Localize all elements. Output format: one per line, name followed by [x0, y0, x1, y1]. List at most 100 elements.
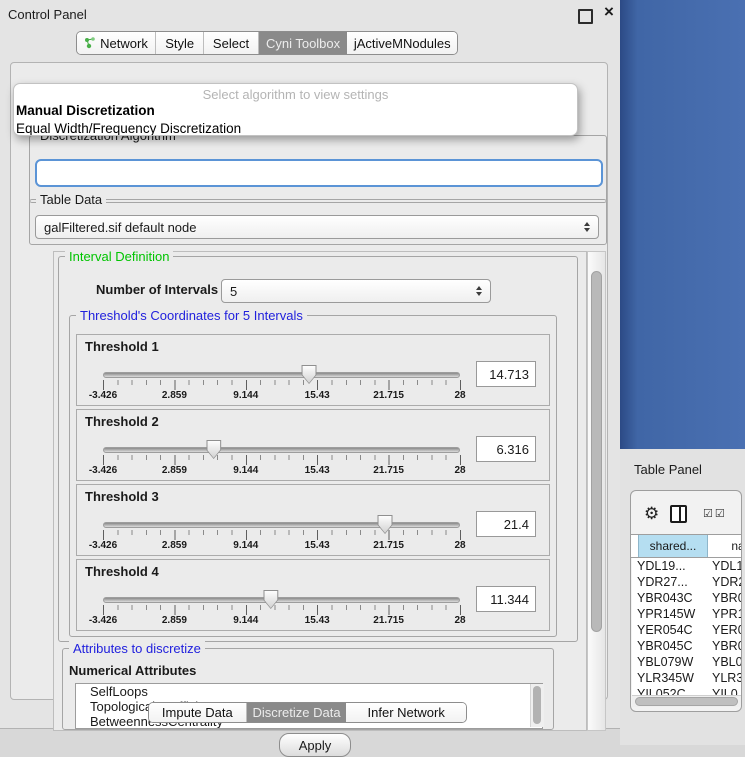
- scrollbar-thumb[interactable]: [635, 697, 738, 706]
- tab-label: Network: [100, 36, 148, 51]
- tick-label: 2.859: [162, 390, 187, 401]
- dropdown-item-manual-discretization[interactable]: Manual Discretization: [14, 102, 577, 120]
- table-card: ⚙ ☑☑ shared... na YDL19...YDL1YDR27...YD…: [630, 490, 742, 712]
- horizontal-scrollbar[interactable]: [632, 695, 742, 707]
- table-cell: YER054C: [632, 622, 712, 638]
- tab-infer-network[interactable]: Infer Network: [346, 703, 466, 722]
- table-cell: YIL052C: [632, 686, 712, 695]
- column-header-name[interactable]: na: [708, 535, 742, 557]
- tick-label: 15.43: [305, 390, 330, 401]
- table-cell: YIL0: [712, 686, 742, 695]
- slider-ticks: [103, 530, 461, 540]
- tab-label: Impute Data: [162, 705, 233, 720]
- tab-label: Cyni Toolbox: [266, 36, 340, 51]
- threshold-row: Threshold 3 -3.4262.8599.14415.4321.7152…: [76, 484, 550, 556]
- tab-jactivemnodules[interactable]: jActiveMNodules: [347, 32, 457, 54]
- table-row[interactable]: YIL052CYIL0: [632, 686, 742, 695]
- table-row[interactable]: YBR043CYBR0: [632, 590, 742, 606]
- slider-track[interactable]: [103, 597, 460, 603]
- threshold-slider[interactable]: -3.4262.8599.14415.4321.71528: [103, 410, 460, 482]
- tab-impute-data[interactable]: Impute Data: [149, 703, 247, 722]
- group-label: Interval Definition: [65, 249, 173, 264]
- number-of-intervals-combobox[interactable]: 5: [221, 279, 491, 303]
- network-window-frame: GAL80 G C GAL11 GAL4 GCY1 H HAP2: [620, 0, 745, 449]
- network-icon: [84, 37, 96, 49]
- threshold-slider[interactable]: -3.4262.8599.14415.4321.71528: [103, 560, 460, 632]
- table-cell: YDR2: [712, 574, 742, 590]
- cyni-content-panel: Discretization Algorithm Table Data galF…: [10, 62, 608, 700]
- table-row[interactable]: YBL079WYBL0: [632, 654, 742, 670]
- top-tab-bar: Network Style Select Cyni Toolbox jActiv…: [76, 31, 458, 55]
- spinner-arrows-icon: [584, 222, 590, 232]
- threshold-value-field[interactable]: 6.316: [476, 436, 536, 462]
- tab-label: Discretize Data: [252, 705, 340, 720]
- split-columns-icon[interactable]: [670, 505, 687, 523]
- tab-discretize-data[interactable]: Discretize Data: [247, 703, 347, 722]
- table-row[interactable]: YER054CYER0: [632, 622, 742, 638]
- group-label: Threshold's Coordinates for 5 Intervals: [76, 308, 307, 323]
- tick-label: 9.144: [233, 390, 258, 401]
- table-cell: YBR0: [712, 638, 742, 654]
- threshold-value-field[interactable]: 11.344: [476, 586, 536, 612]
- table-data-combobox[interactable]: galFiltered.sif default node: [35, 215, 599, 239]
- group-label: Table Data: [36, 192, 106, 207]
- table-cell: YPR145W: [632, 606, 712, 622]
- table-row[interactable]: YDL19...YDL1: [632, 558, 742, 574]
- table-cell: YPR1: [712, 606, 742, 622]
- threshold-row: Threshold 2 -3.4262.8599.14415.4321.7152…: [76, 409, 550, 481]
- scrollbar-thumb[interactable]: [591, 271, 602, 632]
- threshold-slider[interactable]: -3.4262.8599.14415.4321.71528: [103, 485, 460, 557]
- combobox-value: galFiltered.sif default node: [44, 220, 196, 235]
- list-scrollbar[interactable]: [530, 684, 544, 727]
- number-of-intervals-label: Number of Intervals: [96, 282, 218, 297]
- vertical-scrollbar[interactable]: [587, 251, 606, 731]
- tick-label: 2.859: [162, 615, 187, 626]
- table-cell: YER0: [712, 622, 742, 638]
- close-icon[interactable]: ×: [604, 2, 614, 22]
- table-panel: Table Panel ⚙ ☑☑ shared... na YDL19...YD…: [620, 449, 745, 745]
- threshold-row: Threshold 1 -3.4262.8599.14415.4321.7152…: [76, 334, 550, 406]
- table-cell: YDL19...: [632, 558, 712, 574]
- slider-ticks: [103, 380, 461, 390]
- tab-cyni-toolbox[interactable]: Cyni Toolbox: [259, 32, 348, 54]
- algorithm-combobox[interactable]: [35, 159, 603, 187]
- tab-label: jActiveMNodules: [354, 36, 451, 51]
- threshold-slider[interactable]: -3.4262.8599.14415.4321.71528: [103, 335, 460, 407]
- tick-label: 21.715: [373, 390, 404, 401]
- tab-style[interactable]: Style: [156, 32, 204, 54]
- slider-track[interactable]: [103, 447, 460, 453]
- table-row[interactable]: YBR045CYBR0: [632, 638, 742, 654]
- table-cell: YDL1: [712, 558, 742, 574]
- list-item[interactable]: SelfLoops: [76, 684, 542, 699]
- tick-label: 9.144: [233, 540, 258, 551]
- slider-ticks: [103, 605, 461, 615]
- slider-tick-labels: -3.4262.8599.14415.4321.71528: [103, 465, 460, 475]
- table-row[interactable]: YPR145WYPR1: [632, 606, 742, 622]
- threshold-value-field[interactable]: 14.713: [476, 361, 536, 387]
- tick-label: 28: [454, 390, 465, 401]
- tab-network[interactable]: Network: [77, 32, 156, 54]
- table-row[interactable]: YDR27...YDR2: [632, 574, 742, 590]
- panel-title: Control Panel: [8, 7, 87, 22]
- select-columns-icon[interactable]: ☑☑: [703, 507, 727, 520]
- threshold-row: Threshold 4 -3.4262.8599.14415.4321.7152…: [76, 559, 550, 631]
- float-window-icon[interactable]: [578, 9, 593, 24]
- dropdown-item-equal-width[interactable]: Equal Width/Frequency Discretization: [14, 120, 577, 136]
- column-header-shared-name[interactable]: shared...: [638, 535, 708, 557]
- control-panel-window: Control Panel × Network Style Select Cyn…: [0, 0, 620, 729]
- settings-viewport: Interval Definition Number of Intervals …: [53, 251, 587, 731]
- tick-label: 15.43: [305, 465, 330, 476]
- tab-select[interactable]: Select: [204, 32, 258, 54]
- tick-label: 21.715: [373, 615, 404, 626]
- apply-button[interactable]: Apply: [279, 733, 351, 757]
- slider-track[interactable]: [103, 522, 460, 528]
- threshold-value-field[interactable]: 21.4: [476, 511, 536, 537]
- table-panel-title: Table Panel: [634, 462, 702, 477]
- slider-tick-labels: -3.4262.8599.14415.4321.71528: [103, 615, 460, 625]
- slider-track[interactable]: [103, 372, 460, 378]
- table-body[interactable]: YDL19...YDL1YDR27...YDR2YBR043CYBR0YPR14…: [632, 558, 742, 695]
- tab-label: Infer Network: [368, 705, 445, 720]
- gear-icon[interactable]: ⚙: [644, 504, 659, 524]
- group-label: Attributes to discretize: [69, 641, 205, 656]
- table-row[interactable]: YLR345WYLR3: [632, 670, 742, 686]
